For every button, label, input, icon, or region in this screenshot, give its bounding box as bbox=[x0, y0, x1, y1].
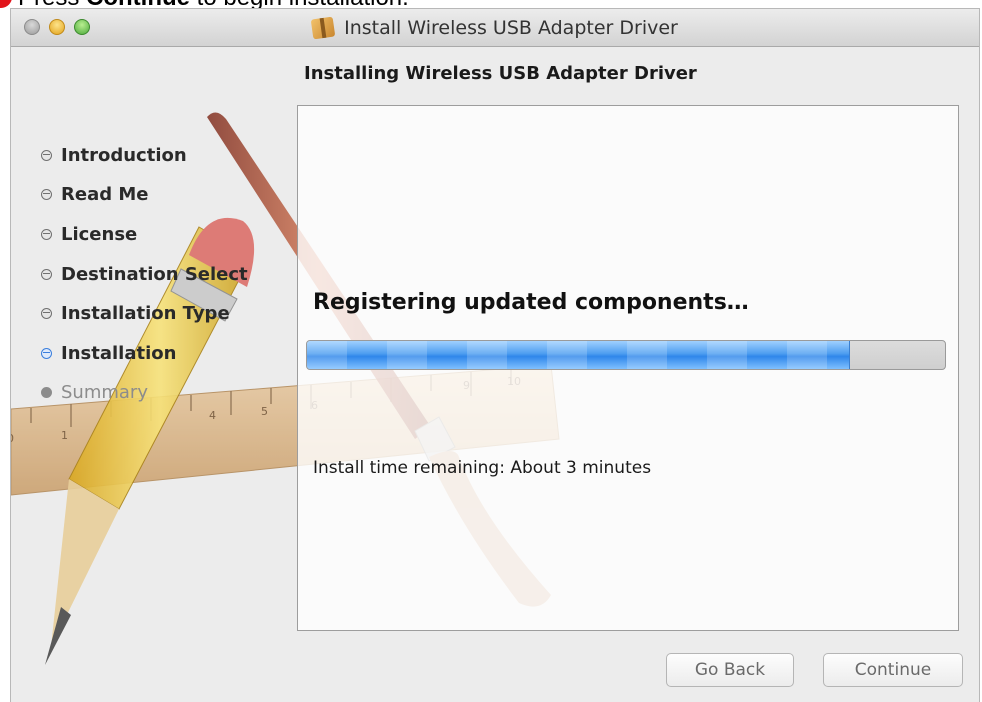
step-done-icon bbox=[41, 307, 52, 319]
page-heading: Installing Wireless USB Adapter Driver bbox=[304, 63, 697, 84]
svg-text:4: 4 bbox=[209, 409, 216, 422]
step-installation: Installation bbox=[41, 341, 176, 365]
step-done-icon bbox=[41, 149, 52, 161]
svg-text:0: 0 bbox=[11, 432, 14, 445]
install-status: Registering updated components… bbox=[313, 290, 749, 315]
go-back-button[interactable]: Go Back bbox=[666, 653, 794, 687]
step-introduction: Introduction bbox=[41, 143, 187, 167]
step-done-icon bbox=[41, 188, 52, 200]
step-current-icon bbox=[41, 347, 52, 359]
progress-bar-fill bbox=[307, 341, 851, 369]
content-panel: Registering updated components… Install … bbox=[297, 105, 959, 631]
step-installation-type: Installation Type bbox=[41, 301, 230, 325]
step-pending-icon bbox=[41, 386, 52, 398]
step-done-icon bbox=[41, 268, 52, 280]
title-bar[interactable]: Install Wireless USB Adapter Driver bbox=[11, 9, 979, 47]
step-done-icon bbox=[41, 228, 52, 240]
step-read-me: Read Me bbox=[41, 182, 149, 206]
time-remaining-label: Install time remaining: About 3 minutes bbox=[313, 458, 652, 478]
progress-bar bbox=[306, 340, 946, 370]
step-license: License bbox=[41, 222, 137, 246]
installer-window: Install Wireless USB Adapter Driver 1 4 … bbox=[10, 8, 980, 702]
svg-text:1: 1 bbox=[61, 429, 68, 442]
window-title: Install Wireless USB Adapter Driver bbox=[344, 17, 678, 39]
step-summary: Summary bbox=[41, 380, 148, 404]
continue-button[interactable]: Continue bbox=[823, 653, 963, 687]
step-destination-select: Destination Select bbox=[41, 262, 248, 286]
package-icon bbox=[310, 16, 336, 40]
step-marker-icon bbox=[0, 0, 12, 8]
svg-text:5: 5 bbox=[261, 405, 268, 418]
